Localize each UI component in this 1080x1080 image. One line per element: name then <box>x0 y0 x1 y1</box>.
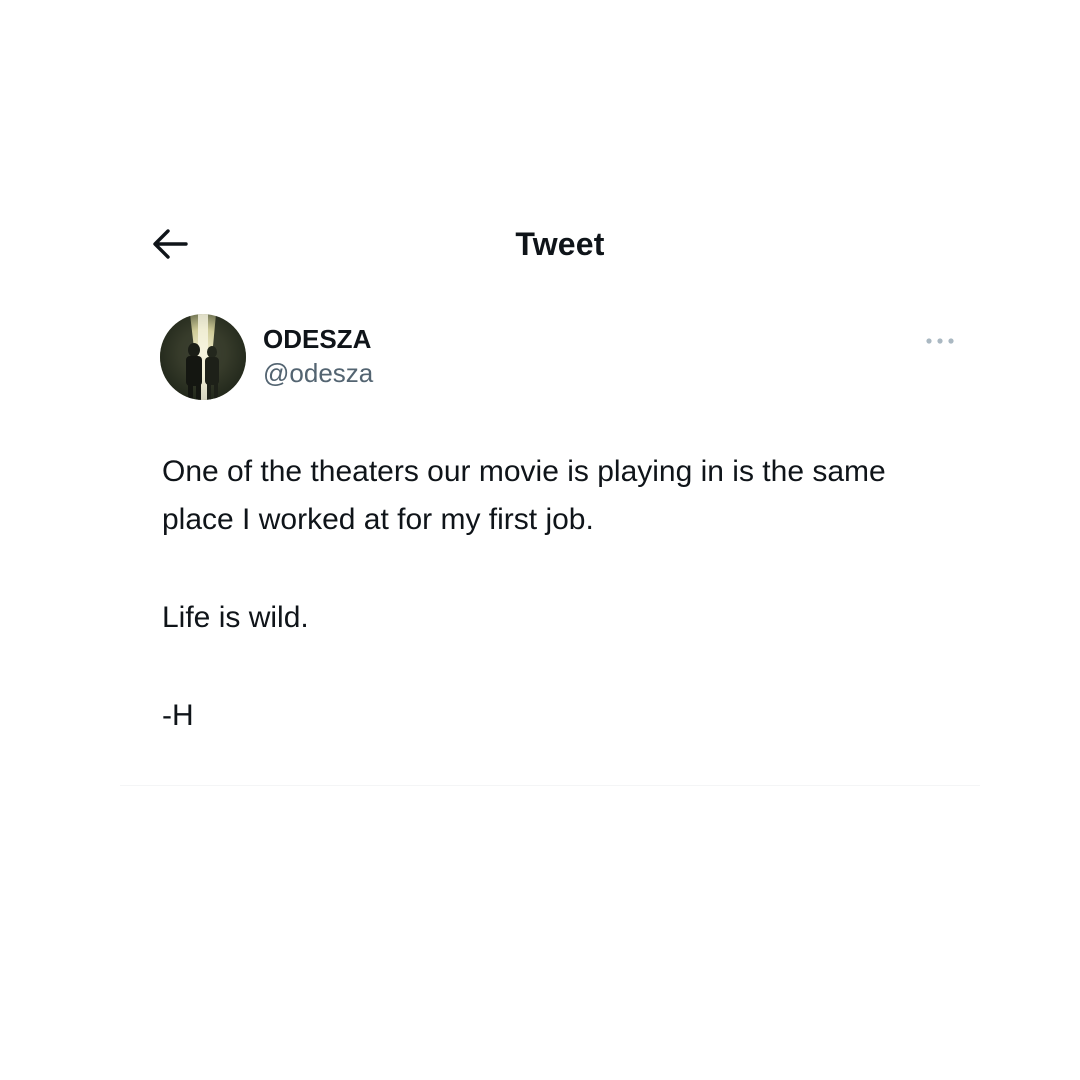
user-handle[interactable]: @odesza <box>263 356 373 390</box>
page-title: Tweet <box>515 226 605 262</box>
tweet-paragraph: One of the theaters our movie is playing… <box>162 455 895 536</box>
divider <box>120 785 980 786</box>
avatar-photo <box>160 314 246 400</box>
avatar[interactable] <box>160 314 246 400</box>
tweet-text: One of the theaters our movie is playing… <box>162 448 922 790</box>
tweet-paragraph: -H <box>162 699 194 732</box>
display-name[interactable]: ODESZA <box>263 322 373 356</box>
top-bar: Tweet <box>0 210 1080 280</box>
more-options-button[interactable] <box>920 328 960 354</box>
author-names: ODESZA @odesza <box>263 322 373 390</box>
more-horizontal-icon <box>926 338 954 344</box>
tweet-paragraph: Life is wild. <box>162 601 309 634</box>
tweet-author: ODESZA @odesza <box>160 314 960 400</box>
